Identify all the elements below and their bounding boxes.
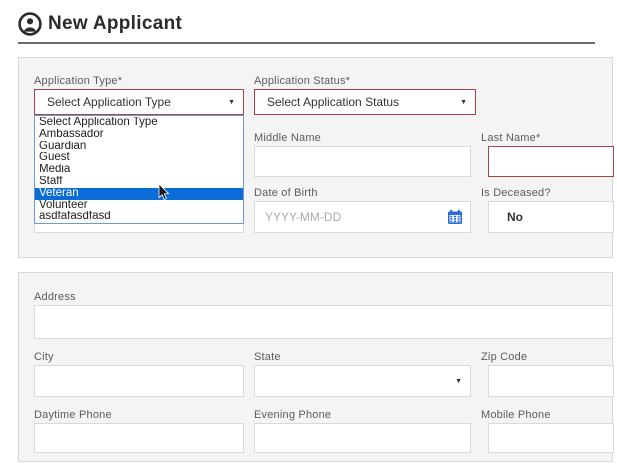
- application-type-option[interactable]: asdfafasdfasd: [35, 211, 243, 223]
- application-type-option[interactable]: Veteran: [35, 187, 243, 200]
- is-deceased-value: No: [507, 210, 523, 224]
- daytime-phone-label: Daytime Phone: [34, 409, 112, 421]
- date-of-birth-field: [254, 201, 471, 233]
- person-icon: [18, 12, 42, 36]
- application-type-label: Application Type*: [34, 75, 123, 87]
- application-status-select[interactable]: Select Application Status ▼: [254, 89, 476, 115]
- daytime-phone-input[interactable]: [34, 423, 244, 453]
- middle-name-label: Middle Name: [254, 132, 322, 144]
- is-deceased-label: Is Deceased?: [481, 187, 551, 199]
- mobile-phone-input[interactable]: [488, 423, 614, 453]
- is-deceased-select[interactable]: No: [488, 201, 614, 233]
- application-type-option[interactable]: Ambassador: [35, 129, 243, 141]
- zip-code-label: Zip Code: [481, 351, 528, 363]
- city-label: City: [34, 351, 54, 363]
- address-label: Address: [34, 291, 76, 303]
- dropdown-arrow-icon: ▼: [460, 98, 467, 106]
- application-type-select[interactable]: Select Application Type ▼: [34, 89, 244, 115]
- applicant-info-card: Application Type* Select Application Typ…: [18, 57, 614, 258]
- dropdown-arrow-icon: ▼: [455, 377, 462, 385]
- application-status-label: Application Status*: [254, 75, 351, 87]
- application-type-option[interactable]: Select Application Type: [35, 117, 243, 129]
- evening-phone-label: Evening Phone: [254, 409, 332, 421]
- last-name-label: Last Name*: [481, 132, 541, 144]
- dropdown-arrow-icon: ▼: [228, 98, 235, 106]
- page-header: New Applicant: [18, 12, 182, 36]
- application-type-option[interactable]: Staff: [35, 176, 243, 188]
- state-label: State: [254, 351, 281, 363]
- application-type-option[interactable]: Guardian: [35, 141, 243, 153]
- page-title: New Applicant: [48, 13, 183, 34]
- application-type-dropdown-list: Select Application Type Ambassador Guardia…: [34, 115, 244, 225]
- application-type-option[interactable]: Volunteer: [35, 200, 243, 212]
- address-card: Address City State ▼ Zip Code Daytime Ph…: [18, 272, 614, 462]
- application-type-option[interactable]: Media: [35, 164, 243, 176]
- date-of-birth-label: Date of Birth: [254, 187, 318, 199]
- state-select[interactable]: ▼: [254, 365, 471, 397]
- application-type-option[interactable]: Guest: [35, 152, 243, 164]
- evening-phone-input[interactable]: [254, 423, 471, 453]
- application-status-value: Select Application Status: [267, 95, 400, 109]
- mobile-phone-label: Mobile Phone: [481, 409, 551, 421]
- date-of-birth-input[interactable]: [254, 201, 471, 233]
- calendar-icon[interactable]: [447, 209, 463, 225]
- new-applicant-page: New Applicant Application Type* Select A…: [0, 0, 617, 476]
- header-divider: [18, 42, 595, 44]
- last-name-input[interactable]: [488, 146, 614, 177]
- address-input[interactable]: [34, 305, 613, 339]
- application-type-value: Select Application Type: [47, 95, 171, 109]
- zip-code-input[interactable]: [488, 365, 614, 397]
- middle-name-input[interactable]: [254, 146, 471, 177]
- city-input[interactable]: [34, 365, 244, 397]
